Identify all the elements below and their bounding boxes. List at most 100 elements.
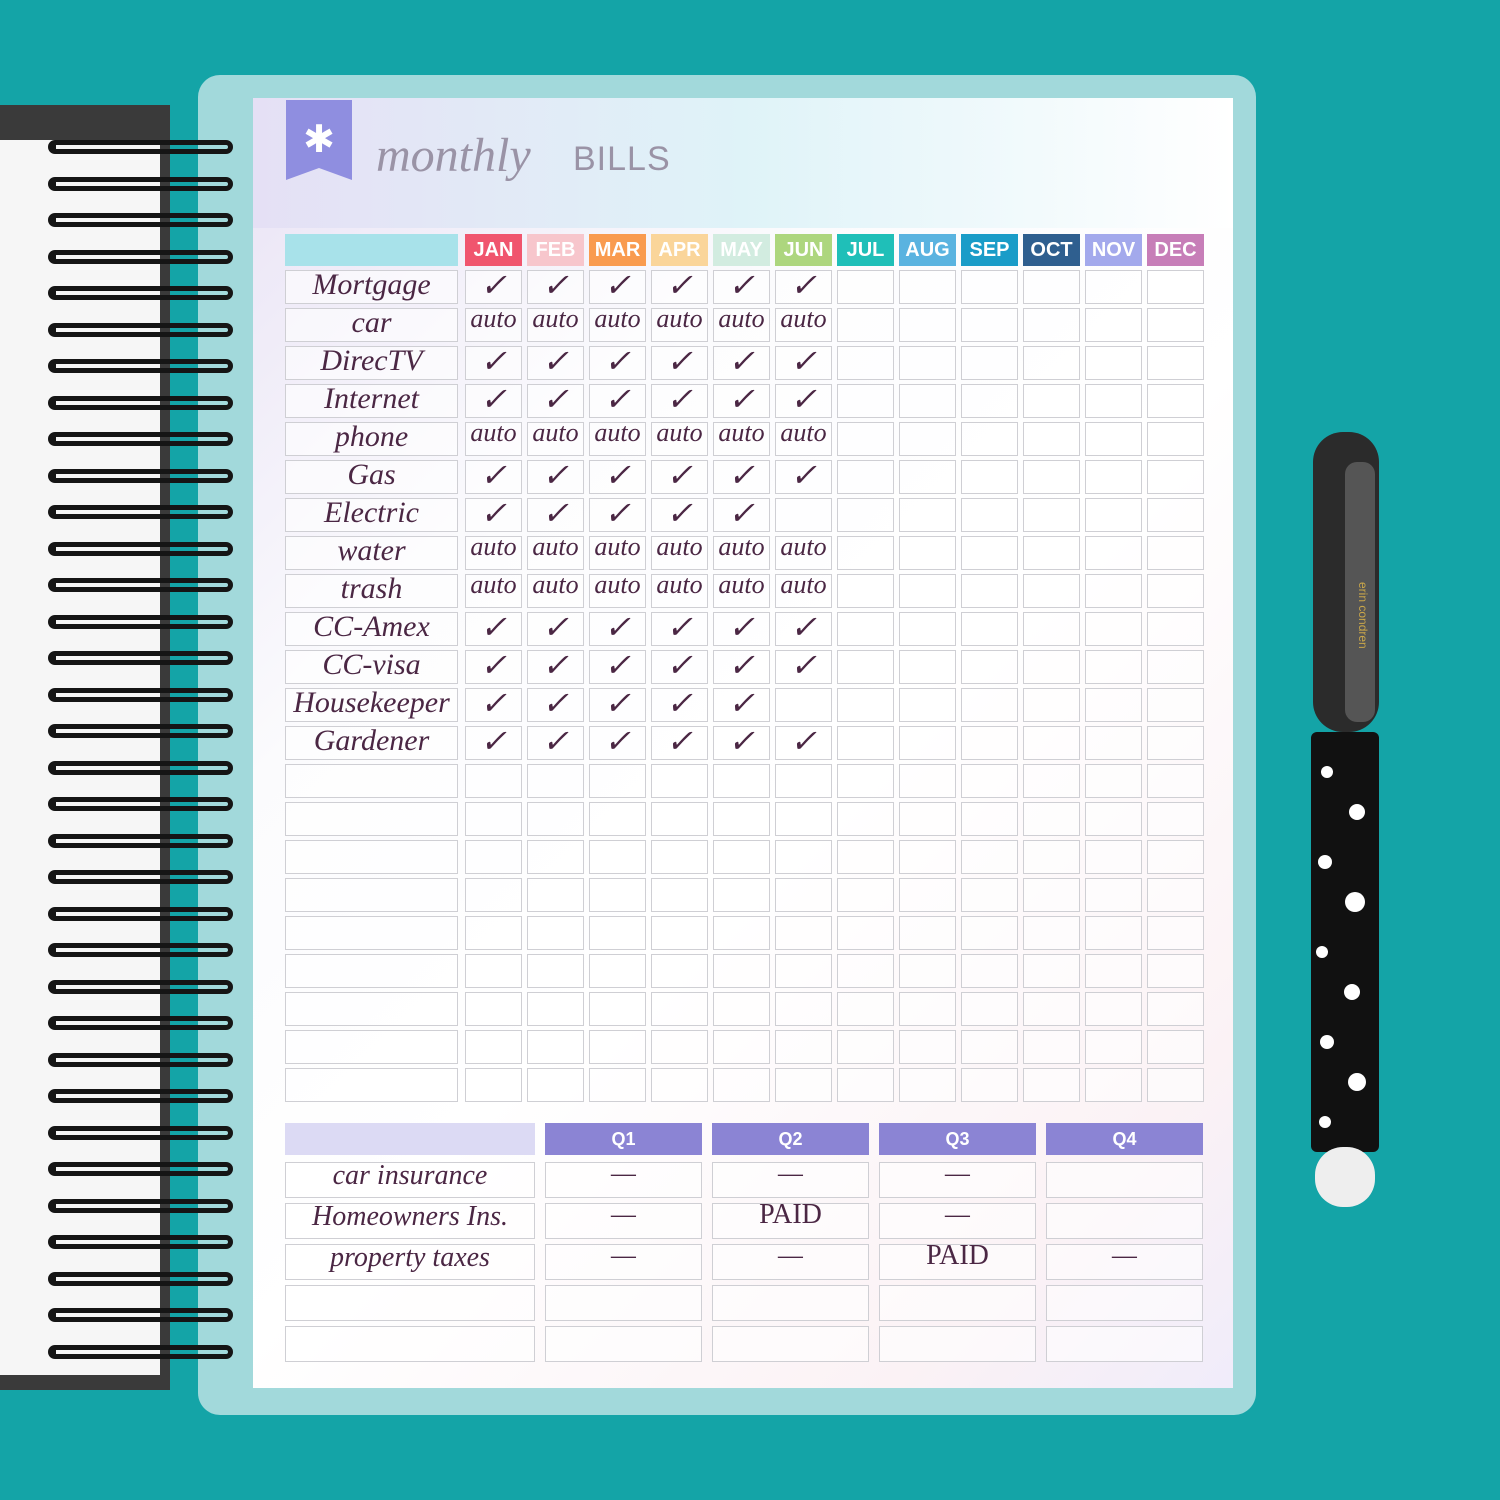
- bill-month-cell: [899, 954, 956, 988]
- bill-month-cell: [837, 992, 894, 1026]
- bill-month-cell: [713, 916, 770, 950]
- bill-month-cell: [589, 764, 646, 798]
- bill-month-cell: [1085, 1030, 1142, 1064]
- bill-month-cell: [1147, 498, 1204, 532]
- bill-month-cell: [837, 536, 894, 570]
- bill-month-cell: [527, 878, 584, 912]
- bill-month-cell: [1147, 688, 1204, 722]
- spiral-coil: [48, 213, 233, 227]
- month-header-apr: APR: [651, 234, 708, 266]
- quarterly-mark: —: [778, 1240, 803, 1271]
- bill-month-cell: [775, 992, 832, 1026]
- bill-month-cell: [713, 764, 770, 798]
- spiral-coil: [48, 943, 233, 957]
- bill-mark: auto: [718, 532, 765, 561]
- bill-name: phone: [334, 420, 409, 453]
- bill-month-cell: [899, 1068, 956, 1102]
- bill-mark: ✓: [480, 267, 507, 303]
- bill-month-cell: [775, 1068, 832, 1102]
- month-header-jun: JUN: [775, 234, 832, 266]
- quarterly-cell: [1046, 1162, 1203, 1198]
- bill-month-cell: [465, 878, 522, 912]
- bill-mark: ✓: [542, 723, 569, 759]
- bill-month-cell: [837, 726, 894, 760]
- bill-mark: ✓: [666, 381, 693, 417]
- spiral-coil: [48, 176, 233, 191]
- quarter-header-q2: Q2: [712, 1123, 869, 1155]
- bill-month-cell: [1085, 1068, 1142, 1102]
- bill-mark: ✓: [480, 723, 507, 759]
- bill-mark: auto: [470, 532, 517, 561]
- bill-month-cell: [527, 840, 584, 874]
- bill-month-cell: [961, 346, 1018, 380]
- bill-mark: ✓: [480, 495, 507, 531]
- bill-month-cell: [651, 1030, 708, 1064]
- bill-mark: auto: [718, 304, 765, 333]
- bill-month-cell: [899, 270, 956, 304]
- bill-name: Gardener: [313, 724, 430, 757]
- bill-name: trash: [340, 572, 403, 605]
- bill-month-cell: [837, 954, 894, 988]
- bill-mark: auto: [656, 532, 703, 561]
- page-title-caps: BILLS: [573, 140, 671, 178]
- quarterly-mark: —: [945, 1199, 970, 1230]
- bill-month-cell: [651, 878, 708, 912]
- bill-month-cell: [837, 1068, 894, 1102]
- bill-month-cell: [1147, 650, 1204, 684]
- bill-month-cell: [1023, 992, 1080, 1026]
- bill-month-cell: [961, 498, 1018, 532]
- bill-month-cell: [899, 916, 956, 950]
- bill-month-cell: [899, 574, 956, 608]
- bill-name: Gas: [347, 458, 396, 491]
- bill-month-cell: [1147, 612, 1204, 646]
- bill-month-cell: [713, 992, 770, 1026]
- bill-month-cell: [899, 802, 956, 836]
- bill-month-cell: [899, 346, 956, 380]
- quarter-label-header: [285, 1123, 535, 1155]
- bill-month-cell: [1147, 384, 1204, 418]
- month-header-jan: JAN: [465, 234, 522, 266]
- quarterly-bill-name: Homeowners Ins.: [312, 1201, 508, 1232]
- bill-month-cell: [1147, 916, 1204, 950]
- bill-month-cell: [961, 764, 1018, 798]
- bill-month-cell: [961, 992, 1018, 1026]
- spiral-coil: [48, 140, 233, 154]
- bill-month-cell: [651, 840, 708, 874]
- bill-month-cell: [527, 1030, 584, 1064]
- bill-mark: auto: [718, 418, 765, 447]
- bill-month-cell: [837, 270, 894, 304]
- spiral-coil: [48, 1052, 233, 1067]
- bill-month-cell: [961, 954, 1018, 988]
- bill-mark: ✓: [790, 647, 817, 683]
- bill-month-cell: [1085, 992, 1142, 1026]
- bill-mark: ✓: [480, 685, 507, 721]
- bill-month-cell: [899, 650, 956, 684]
- spiral-coil: [48, 1089, 233, 1103]
- bill-month-cell: [1147, 764, 1204, 798]
- bill-mark: ✓: [542, 267, 569, 303]
- bill-month-cell: [651, 1068, 708, 1102]
- bill-name: Internet: [324, 382, 419, 415]
- bill-mark: auto: [656, 304, 703, 333]
- bill-mark: auto: [718, 570, 765, 599]
- quarterly-mark: —: [611, 1158, 636, 1189]
- bill-mark: ✓: [728, 267, 755, 303]
- bill-mark: ✓: [542, 495, 569, 531]
- bill-month-cell: [1023, 840, 1080, 874]
- bill-month-cell: [1147, 1068, 1204, 1102]
- bill-month-cell: [1023, 346, 1080, 380]
- bill-month-cell: [589, 916, 646, 950]
- bill-name: DirecTV: [320, 344, 423, 377]
- bill-month-cell: [837, 688, 894, 722]
- bill-month-cell: [961, 650, 1018, 684]
- bill-mark: ✓: [728, 647, 755, 683]
- spiral-coil: [48, 541, 233, 556]
- bill-month-cell: [1085, 916, 1142, 950]
- bill-month-cell: [961, 688, 1018, 722]
- spiral-coil: [48, 1125, 233, 1140]
- bill-month-cell: [465, 992, 522, 1026]
- bill-month-cell: [899, 878, 956, 912]
- bill-month-cell: [465, 764, 522, 798]
- bill-month-cell: [899, 764, 956, 798]
- bill-month-cell: [1023, 460, 1080, 494]
